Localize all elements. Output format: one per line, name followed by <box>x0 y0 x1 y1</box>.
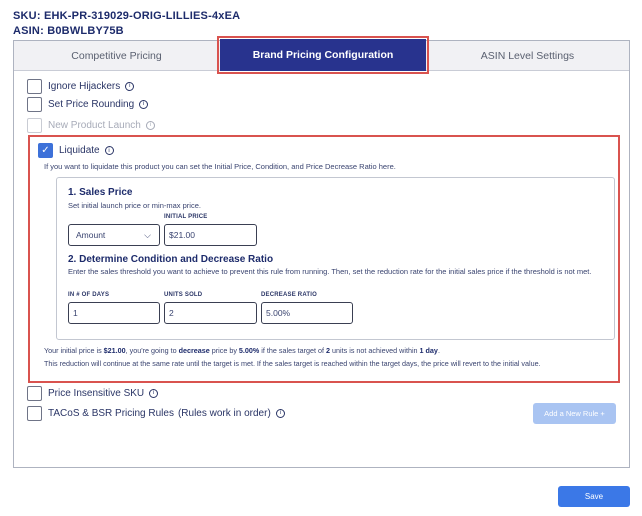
summary-line-2: This reduction will continue at the same… <box>44 358 541 368</box>
days-label: IN # OF DAYS <box>68 292 110 298</box>
ignore-hijackers-label: Ignore Hijackers <box>48 80 121 92</box>
set-price-rounding-label: Set Price Rounding <box>48 98 135 110</box>
condition-title: 2. Determine Condition and Decrease Rati… <box>68 254 274 265</box>
units-sold-label: UNITS SOLD <box>164 292 203 298</box>
summary-ratio: 5.00% <box>238 346 260 355</box>
tacos-bsr-label: TACoS & BSR Pricing Rules <box>48 407 174 419</box>
decrease-ratio-label: DECREASE RATIO <box>261 292 318 298</box>
ignore-hijackers-checkbox[interactable] <box>27 78 42 94</box>
tacos-bsr-checkbox[interactable] <box>27 405 42 421</box>
price-type-select[interactable]: Amount ⌵ <box>68 224 160 246</box>
condition-subtitle: Enter the sales threshold you want to ac… <box>68 267 592 276</box>
option-set-price-rounding: Set Price Rounding i <box>27 96 149 112</box>
liquidate-summary: Your initial price is $21.00, you're goi… <box>44 345 614 370</box>
summary-text: units is not achieved within <box>330 346 420 355</box>
liquidate-section: ✓ Liquidate i If you want to liquidate t… <box>28 135 620 383</box>
summary-price: $21.00 <box>103 346 126 355</box>
settings-panel: Competitive Pricing Brand Pricing Config… <box>13 36 630 468</box>
new-product-launch-checkbox[interactable] <box>27 117 42 133</box>
tab-brand-pricing-configuration[interactable]: Brand Pricing Configuration <box>217 36 429 74</box>
summary-days: 1 day <box>419 346 438 355</box>
tacos-bsr-note: (Rules work in order) <box>177 407 271 419</box>
info-icon[interactable]: i <box>149 388 159 398</box>
asin-value: B0BWLBY75B <box>47 25 124 37</box>
sku-value: EHK-PR-319029-ORIG-LILLIES-4xEA <box>43 10 241 22</box>
tab-bar: Competitive Pricing Brand Pricing Config… <box>14 36 629 74</box>
decrease-ratio-input[interactable]: 5.00% <box>261 302 353 324</box>
option-ignore-hijackers: Ignore Hijackers i <box>27 78 135 94</box>
initial-price-input[interactable]: $21.00 <box>164 224 257 246</box>
price-insensitive-label: Price Insensitive SKU <box>48 387 145 399</box>
sales-price-title: 1. Sales Price <box>68 187 133 198</box>
add-new-rule-button[interactable]: Add a New Rule + <box>533 403 616 424</box>
check-icon: ✓ <box>41 145 50 156</box>
sales-price-subtitle: Set initial launch price or min-max pric… <box>68 201 201 210</box>
option-price-insensitive: Price Insensitive SKU i <box>27 385 159 401</box>
tab-asin-level-settings[interactable]: ASIN Level Settings <box>426 41 629 71</box>
summary-text: Your initial price is <box>44 346 104 355</box>
asin-line: ASIN: B0BWLBY75B <box>13 25 124 37</box>
save-button[interactable]: Save <box>558 486 630 507</box>
new-product-launch-label: New Product Launch <box>48 119 141 131</box>
units-sold-input[interactable]: 2 <box>164 302 257 324</box>
liquidate-config-box: 1. Sales Price Set initial launch price … <box>56 177 615 340</box>
asin-label: ASIN: <box>13 25 44 37</box>
summary-text: . <box>437 346 440 355</box>
price-insensitive-checkbox[interactable] <box>27 385 42 401</box>
liquidate-label: Liquidate <box>59 145 100 156</box>
initial-price-label: INITIAL PRICE <box>164 214 208 220</box>
set-price-rounding-checkbox[interactable] <box>27 96 42 112</box>
price-type-value: Amount <box>76 230 106 240</box>
sku-line: SKU: EHK-PR-319029-ORIG-LILLIES-4xEA <box>13 10 240 22</box>
summary-text: if the sales target of <box>259 346 327 355</box>
sku-label: SKU: <box>13 10 41 22</box>
tab-competitive-pricing[interactable]: Competitive Pricing <box>14 41 219 71</box>
info-icon[interactable]: i <box>125 81 135 91</box>
liquidate-checkbox[interactable]: ✓ <box>38 143 53 158</box>
info-icon[interactable]: i <box>275 408 285 418</box>
summary-action: decrease <box>178 346 210 355</box>
option-tacos-bsr: TACoS & BSR Pricing Rules (Rules work in… <box>27 405 285 421</box>
summary-text: , you're going to <box>125 346 179 355</box>
option-new-product-launch: New Product Launch i <box>27 117 155 133</box>
summary-text: price by <box>209 346 239 355</box>
summary-line-1: Your initial price is $21.00, you're goi… <box>44 345 614 358</box>
days-input[interactable]: 1 <box>68 302 160 324</box>
chevron-down-icon: ⌵ <box>144 229 151 240</box>
liquidate-description: If you want to liquidate this product yo… <box>44 162 396 171</box>
info-icon[interactable]: i <box>104 146 114 155</box>
info-icon[interactable]: i <box>139 99 149 109</box>
info-icon[interactable]: i <box>145 120 155 130</box>
liquidate-header: ✓ Liquidate i <box>38 143 114 158</box>
